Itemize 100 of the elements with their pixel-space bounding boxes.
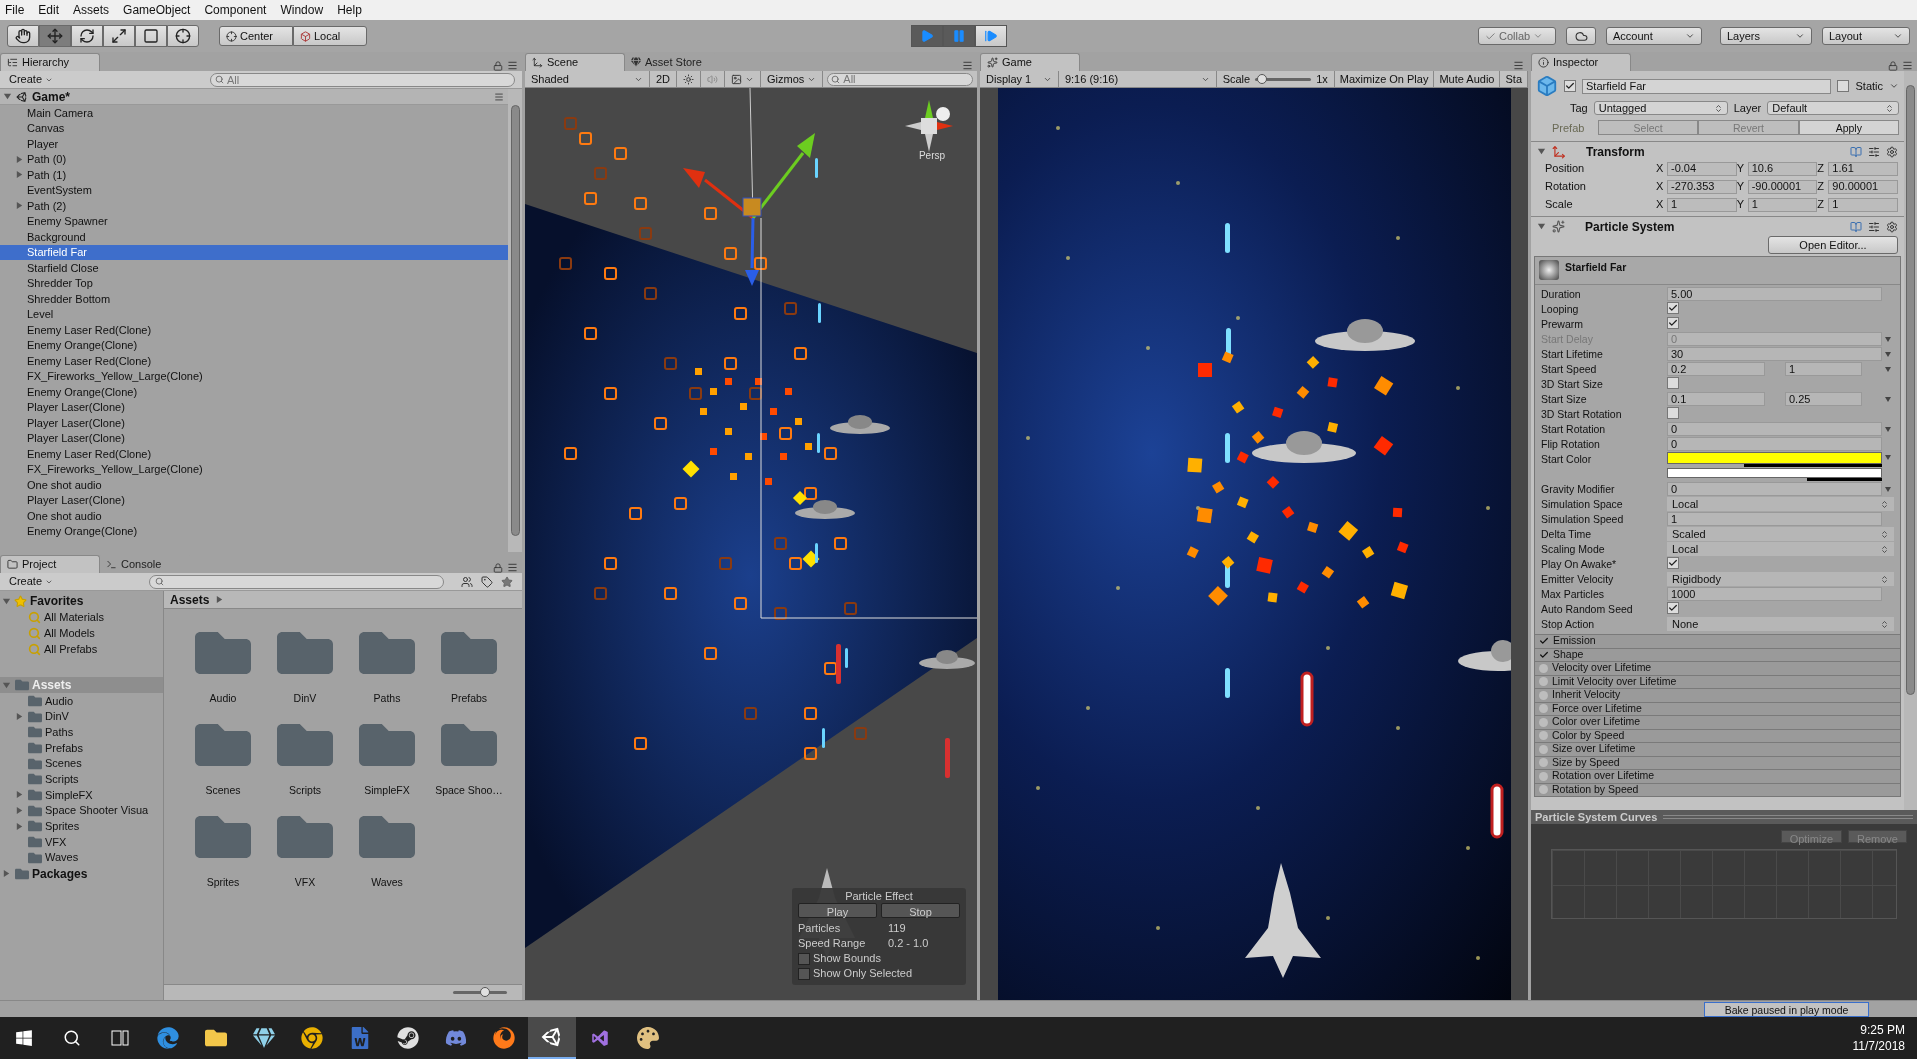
value-field[interactable]: 1 (1785, 362, 1862, 376)
breadcrumb[interactable]: Assets (170, 590, 210, 609)
hierarchy-item[interactable]: FX_Fireworks_Yellow_Large(Clone) (0, 368, 508, 384)
hierarchy-item[interactable]: Enemy Orange(Clone) (0, 337, 508, 353)
tree-item[interactable]: VFX (0, 834, 163, 850)
dropdown[interactable]: Scaled (1667, 527, 1894, 541)
aspect-dropdown[interactable]: 9:16 (9:16) (1058, 71, 1217, 87)
menu-item[interactable]: File (5, 1, 25, 19)
hierarchy-item[interactable]: Enemy Laser Red(Clone) (0, 322, 508, 338)
favorite-item[interactable]: All Materials (0, 609, 163, 625)
create-dropdown[interactable]: Create (3, 572, 60, 591)
tree-item[interactable]: DinV (0, 708, 163, 725)
clock-date[interactable]: 11/7/2018 (1852, 1038, 1905, 1054)
hierarchy-item[interactable]: Enemy Orange(Clone) (0, 523, 508, 539)
dropdown[interactable]: None (1667, 617, 1894, 631)
pivot-button[interactable]: Center (219, 26, 293, 46)
menu-item[interactable]: Help (337, 1, 362, 19)
transform-field[interactable]: 1 (1828, 197, 1898, 212)
hierarchy-item[interactable]: Background (0, 229, 508, 245)
tree-item[interactable]: Audio (0, 693, 163, 709)
transform-field[interactable]: -90.00001 (1747, 179, 1818, 194)
module-header[interactable]: Starfield Far (1565, 260, 1627, 276)
scene-viewport[interactable]: Persp Particle Effect Play Stop Particles 119 Speed Range 0.2 - 1.0 Show Bounds Show Only Selected (525, 88, 977, 1000)
panel-tab[interactable]: Scene (525, 53, 625, 71)
search-field[interactable]: All (827, 72, 973, 86)
collab-dropdown[interactable]: Collab (1478, 27, 1556, 45)
value-field[interactable]: 0.25 (1785, 392, 1862, 406)
panel-tab[interactable]: Game (980, 53, 1080, 71)
dropdown[interactable]: Local (1667, 542, 1894, 556)
tag-dropdown[interactable]: Untagged (1593, 101, 1728, 116)
folder-label[interactable]: Audio (209, 691, 237, 707)
folder-label[interactable]: Paths (373, 691, 401, 707)
module-row[interactable]: Inherit Velocity (1535, 688, 1900, 702)
dropdown[interactable]: Local (1667, 497, 1894, 511)
dropdown[interactable]: Rigidbody (1667, 572, 1894, 586)
transform-field[interactable]: -270.353 (1667, 179, 1737, 194)
option-label[interactable]: Show Only Selected (813, 965, 913, 982)
tree-item[interactable]: Paths (0, 724, 163, 741)
overlay-button[interactable]: Play (798, 903, 877, 918)
shading-dropdown[interactable]: Shaded (525, 71, 650, 87)
module-row[interactable]: Emission (1535, 634, 1900, 648)
menu-item[interactable]: GameObject (123, 1, 191, 19)
module-row[interactable]: Size over Lifetime (1535, 742, 1900, 756)
layers-dropdown[interactable]: Layers (1720, 27, 1812, 45)
hierarchy-item[interactable]: Starfield Close (0, 260, 508, 276)
value-field[interactable]: 0 (1667, 482, 1882, 496)
folder-label[interactable]: Space Shoo… (435, 783, 503, 799)
folder-label[interactable]: Scripts (288, 783, 322, 799)
component-title[interactable]: Particle System (1585, 217, 1675, 236)
hierarchy-item[interactable]: Enemy Laser Red(Clone) (0, 446, 508, 462)
2d-toggle[interactable]: 2D (650, 71, 678, 87)
favorite-item[interactable]: All Prefabs (0, 641, 163, 657)
gizmos-dropdown[interactable]: Gizmos (761, 71, 824, 87)
value-field[interactable]: 5.00 (1667, 287, 1882, 301)
projection-label[interactable]: Persp (918, 148, 946, 163)
menu-item[interactable]: Component (204, 1, 267, 19)
hierarchy-item[interactable]: Enemy Spawner (0, 213, 508, 229)
value-field[interactable]: 0 (1667, 437, 1882, 451)
panel-tab[interactable]: Project (0, 555, 100, 573)
toggle-button[interactable]: Maximize On Play (1334, 71, 1435, 87)
hierarchy-item[interactable]: Player Laser(Clone) (0, 430, 508, 446)
hierarchy-item[interactable]: Player (0, 136, 508, 152)
folder-label[interactable]: VFX (294, 875, 316, 891)
account-dropdown[interactable]: Account (1606, 27, 1702, 45)
value-field[interactable]: 0.1 (1667, 392, 1765, 406)
tree-item[interactable]: Sprites (0, 818, 163, 835)
value-field[interactable]: 0 (1667, 422, 1882, 436)
tree-item[interactable]: Space Shooter Visua (0, 802, 163, 819)
layout-dropdown[interactable]: Layout (1822, 27, 1910, 45)
value-field[interactable]: 1 (1667, 512, 1882, 526)
tree-item[interactable]: Waves (0, 849, 163, 866)
hierarchy-item[interactable]: Player Laser(Clone) (0, 492, 508, 508)
folder-label[interactable]: SimpleFX (364, 783, 410, 799)
hierarchy-item[interactable]: Shredder Top (0, 275, 508, 291)
hierarchy-item[interactable]: One shot audio (0, 508, 508, 524)
tree-item[interactable]: Scenes (0, 755, 163, 772)
hierarchy-item[interactable]: Enemy Laser Red(Clone) (0, 353, 508, 369)
hierarchy-item[interactable]: Path (0) (0, 151, 508, 167)
tree-item[interactable]: Prefabs (0, 740, 163, 756)
transform-field[interactable]: 1 (1667, 197, 1737, 212)
menu-item[interactable]: Window (280, 1, 324, 19)
transform-field[interactable]: -0.04 (1667, 161, 1737, 176)
transform-field[interactable]: 1.61 (1828, 161, 1898, 176)
folder-label[interactable]: Scenes (205, 783, 241, 799)
overlay-button[interactable]: Stop (881, 903, 960, 918)
hierarchy-item[interactable]: EventSystem (0, 182, 508, 198)
tree-item[interactable]: Scripts (0, 771, 163, 788)
search-field[interactable]: All (210, 72, 515, 87)
panel-tab[interactable]: Hierarchy (0, 53, 100, 71)
menu-item[interactable]: Assets (73, 1, 110, 19)
menu-item[interactable]: Edit (38, 1, 60, 19)
folder-label[interactable]: Waves (371, 875, 403, 891)
toggle-button[interactable]: Sta (1500, 71, 1528, 87)
value-field[interactable]: 30 (1667, 347, 1882, 361)
hierarchy-item[interactable]: Player Laser(Clone) (0, 399, 508, 415)
hierarchy-item[interactable]: Main Camera (0, 105, 508, 121)
hierarchy-item[interactable]: FX_Fireworks_Yellow_Large(Clone) (0, 461, 508, 477)
component-title[interactable]: Transform (1586, 142, 1645, 161)
hierarchy-item[interactable]: Starfield Far (0, 244, 508, 260)
transform-field[interactable]: 1 (1747, 197, 1818, 212)
